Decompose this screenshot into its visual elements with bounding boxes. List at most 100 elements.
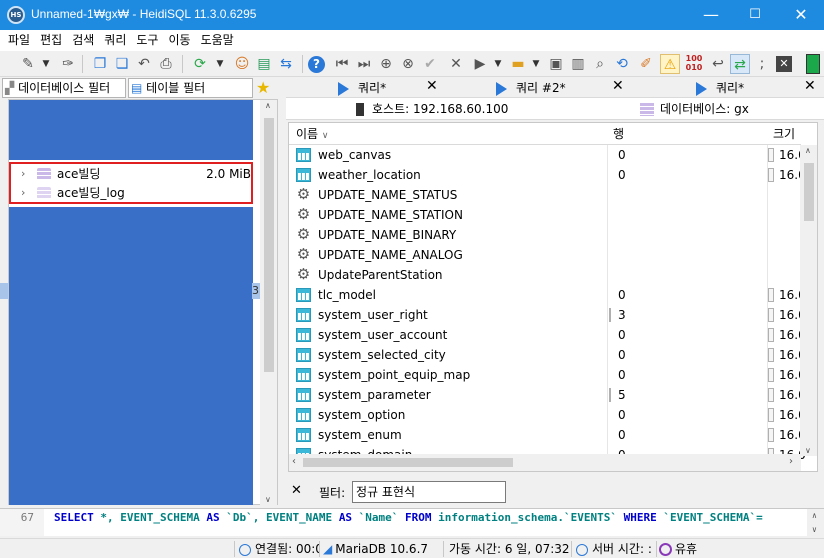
connect-icon[interactable]: ✎: [18, 54, 38, 74]
database-icon: [640, 103, 654, 116]
table-row[interactable]: ⚙ UpdateParentStation: [289, 265, 801, 285]
column-header-name[interactable]: 이름 ∨: [296, 123, 329, 145]
sql-statement[interactable]: SELECT *, EVENT_SCHEMA AS `Db`, EVENT_NA…: [54, 509, 763, 527]
binary-icon[interactable]: 100 010: [684, 54, 704, 74]
minimize-button[interactable]: —: [688, 0, 734, 30]
table-row[interactable]: system_user_right 3 16.0: [289, 305, 806, 325]
undo-icon[interactable]: ↶: [134, 54, 154, 74]
grid-vertical-scrollbar[interactable]: ∧ ∨: [800, 145, 817, 456]
delete-record-icon[interactable]: ⊗: [398, 54, 418, 74]
column-header-rows[interactable]: 행: [613, 123, 624, 145]
menu-goto[interactable]: 이동: [163, 30, 195, 51]
table-row[interactable]: system_point_equip_map 0 16.0: [289, 365, 806, 385]
scroll-down-icon[interactable]: ∨: [805, 446, 811, 455]
scroll-up-icon[interactable]: ∧: [805, 146, 811, 155]
table-row[interactable]: system_parameter 5 16.0: [289, 385, 806, 405]
table-row[interactable]: system_user_account 0 16.0: [289, 325, 806, 345]
table-row[interactable]: ⚙ UPDATE_NAME_STATION: [289, 205, 801, 225]
stop-icon[interactable]: ✕: [776, 56, 792, 72]
table-row[interactable]: weather_location 0 16.0: [289, 165, 806, 185]
status-uptime: 가동 시간: 6 일, 07:32: [449, 542, 569, 556]
cell-name: weather_location: [318, 168, 421, 182]
menu-file[interactable]: 파일: [3, 30, 35, 51]
autorefresh-icon[interactable]: ⇄: [730, 54, 750, 74]
sort-chevron-icon: ∨: [321, 131, 329, 141]
scroll-thumb[interactable]: [804, 163, 814, 221]
cell-rows: 0: [618, 428, 626, 442]
replace-icon[interactable]: ⟲: [612, 54, 632, 74]
close-tab-icon[interactable]: ✕: [612, 78, 624, 94]
menu-tools[interactable]: 도구: [131, 30, 163, 51]
dropdown-icon[interactable]: ▼: [526, 54, 546, 74]
transfer-icon[interactable]: ⇆: [276, 54, 296, 74]
dropdown-icon[interactable]: ▼: [210, 54, 230, 74]
cancel-icon[interactable]: ✕: [446, 54, 466, 74]
filter-input[interactable]: 정규 표현식: [352, 481, 506, 503]
table-filter-input[interactable]: ▤ 테이블 필터: [128, 78, 253, 98]
table-row[interactable]: system_selected_city 0 16.0: [289, 345, 806, 365]
menu-query[interactable]: 쿼리: [99, 30, 131, 51]
close-button[interactable]: ✕: [778, 0, 824, 30]
close-tab-icon[interactable]: ✕: [804, 78, 816, 94]
disconnect-icon[interactable]: ✑: [58, 54, 78, 74]
table-row[interactable]: ⚙ UPDATE_NAME_BINARY: [289, 225, 801, 245]
grid-horizontal-scrollbar[interactable]: ‹ ›: [289, 454, 801, 471]
help-icon[interactable]: ?: [308, 56, 325, 73]
table-row[interactable]: system_enum 0 16.0: [289, 425, 806, 445]
tree-item-database[interactable]: › ace빌딩_log: [11, 183, 251, 203]
post-record-icon[interactable]: ✔: [420, 54, 440, 74]
table-row[interactable]: system_option 0 16.0: [289, 405, 806, 425]
close-tab-icon[interactable]: ✕: [426, 78, 438, 94]
dropdown-icon[interactable]: ▼: [488, 54, 508, 74]
print-icon[interactable]: ⎙: [156, 54, 176, 74]
close-filter-icon[interactable]: ✕: [291, 483, 302, 498]
scroll-thumb[interactable]: [303, 458, 513, 467]
scroll-thumb[interactable]: [264, 118, 274, 372]
menu-edit[interactable]: 편집: [35, 30, 67, 51]
scroll-left-icon[interactable]: ‹: [292, 456, 296, 467]
semicolon-icon[interactable]: ;: [752, 54, 772, 74]
warnings-icon[interactable]: ⚠: [660, 54, 680, 74]
table-row[interactable]: ⚙ UPDATE_NAME_STATUS: [289, 185, 801, 205]
scroll-down-icon[interactable]: ∨: [812, 521, 817, 539]
expand-chevron-icon[interactable]: ›: [21, 183, 25, 203]
wrap-icon[interactable]: ↩: [708, 54, 728, 74]
maximize-button[interactable]: ☐: [732, 0, 778, 30]
find-icon[interactable]: ⌕: [590, 54, 610, 74]
database-icon: [37, 187, 51, 199]
open-folder-icon[interactable]: ▬: [508, 54, 528, 74]
copy-icon[interactable]: ❐: [90, 54, 110, 74]
user-manager-icon[interactable]: ☺: [232, 54, 252, 74]
table-row[interactable]: ⚙ UPDATE_NAME_ANALOG: [289, 245, 801, 265]
database-filter-input[interactable]: ▞ 데이터베이스 필터: [2, 78, 126, 98]
cell-name: system_selected_city: [318, 348, 446, 362]
paste-icon[interactable]: ❏: [112, 54, 132, 74]
scroll-right-icon[interactable]: ›: [789, 456, 793, 467]
tab-database[interactable]: 데이터베이스: gx: [640, 98, 749, 120]
save-icon[interactable]: ▣: [546, 54, 566, 74]
last-record-icon[interactable]: ⏭: [354, 54, 374, 74]
status-indicator-icon: [806, 54, 820, 74]
log-vertical-scrollbar[interactable]: ∧ ∨: [807, 509, 824, 536]
tree-item-database[interactable]: › ace빌딩 2.0 MiB: [11, 164, 251, 184]
export-icon[interactable]: ▤: [254, 54, 274, 74]
run-query-icon[interactable]: ▶: [470, 54, 490, 74]
menu-search[interactable]: 검색: [67, 30, 99, 51]
save-as-icon[interactable]: ▥: [568, 54, 588, 74]
favorites-star-icon[interactable]: ★: [256, 78, 270, 97]
refresh-icon[interactable]: ⟳: [190, 54, 210, 74]
format-icon[interactable]: ✐: [636, 54, 656, 74]
expand-chevron-icon[interactable]: ›: [21, 164, 25, 184]
scroll-down-icon[interactable]: ∨: [265, 495, 271, 504]
scroll-up-icon[interactable]: ∧: [265, 101, 271, 110]
tab-host[interactable]: 호스트: 192.168.60.100: [356, 98, 508, 120]
tree-vertical-scrollbar[interactable]: ∧ ∨: [260, 100, 277, 505]
table-row[interactable]: web_canvas 0 16.0: [289, 145, 806, 165]
first-record-icon[interactable]: ⏮: [332, 54, 352, 74]
add-record-icon[interactable]: ⊕: [376, 54, 396, 74]
column-header-size[interactable]: 크기: [773, 123, 795, 145]
cell-name: system_user_account: [318, 328, 448, 342]
dropdown-icon[interactable]: ▼: [36, 54, 56, 74]
table-row[interactable]: tlc_model 0 16.0: [289, 285, 806, 305]
menu-help[interactable]: 도움말: [196, 30, 239, 51]
